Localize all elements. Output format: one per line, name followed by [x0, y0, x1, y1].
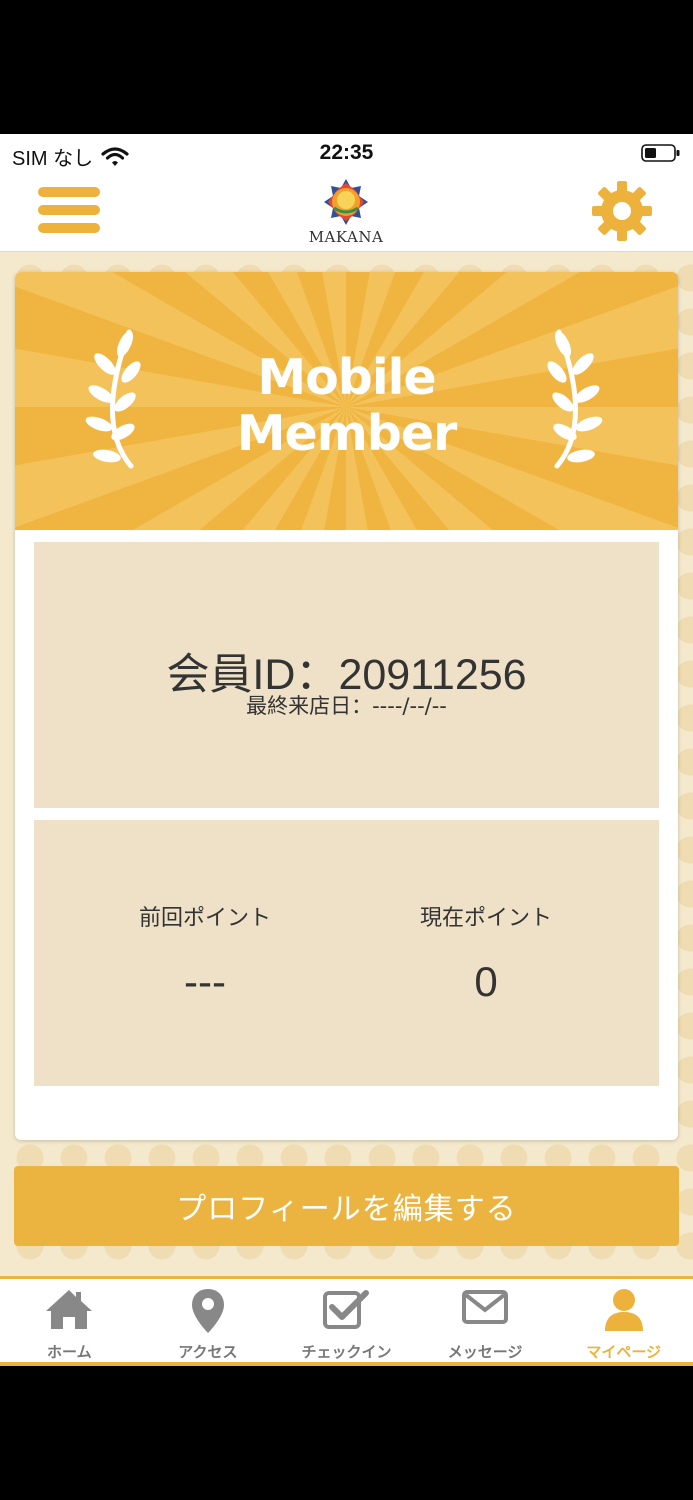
tab-checkin[interactable]: チェックイン: [277, 1279, 416, 1362]
clock: 22:35: [319, 141, 374, 164]
makana-logo: MAKANA: [296, 178, 396, 248]
previous-points-value: ---: [184, 958, 226, 1005]
previous-points: 前回ポイント ---: [49, 900, 361, 1006]
previous-points-label: 前回ポイント: [138, 906, 271, 931]
tab-home[interactable]: ホーム: [0, 1279, 139, 1362]
logo-emblem-icon: [324, 179, 368, 225]
member-id-panel: 会員ID：20911256 最終来店日：----/--/--: [34, 542, 659, 808]
tab-checkin-label: チェックイン: [301, 1343, 392, 1361]
tab-access-label: アクセス: [178, 1343, 238, 1361]
tab-mypage-label: マイページ: [586, 1343, 662, 1361]
points-panel: 前回ポイント --- 現在ポイント 0: [34, 820, 659, 1086]
mail-icon: [462, 1290, 509, 1324]
tab-mypage[interactable]: マイページ: [554, 1279, 693, 1362]
content-area: Mobile Member 会員ID：20911256 最終来店日：----/-…: [0, 252, 693, 1276]
battery-icon: [641, 144, 680, 162]
tab-access[interactable]: アクセス: [139, 1279, 278, 1362]
app-header: MAKANA: [0, 174, 693, 252]
map-pin-icon: [191, 1289, 224, 1333]
home-icon: [46, 1290, 93, 1329]
status-bar: SIM なし 22:35: [0, 134, 693, 174]
member-card: Mobile Member 会員ID：20911256 最終来店日：----/-…: [15, 272, 678, 1140]
gear-icon[interactable]: [590, 179, 654, 243]
phone-screen: SIM なし 22:35 MAKANA Mobile Member 会員ID：2…: [0, 134, 693, 1366]
tab-message-label: メッセージ: [447, 1343, 523, 1361]
edit-profile-button[interactable]: プロフィールを編集する: [14, 1166, 679, 1246]
current-points: 現在ポイント 0: [330, 900, 642, 1006]
last-visit-date: 最終来店日：----/--/--: [246, 694, 447, 718]
user-icon: [604, 1289, 643, 1331]
current-points-value: 0: [474, 958, 498, 1005]
current-points-label: 現在ポイント: [419, 906, 552, 931]
logo-text: MAKANA: [308, 228, 384, 246]
laurel-right-icon: [547, 329, 603, 469]
bottom-tab-bar: ホーム アクセス チェックイン メッセージ マイページ: [0, 1276, 693, 1366]
hamburger-menu-icon[interactable]: [38, 184, 102, 240]
member-banner: Mobile Member: [15, 272, 678, 530]
checkin-icon: [323, 1290, 370, 1329]
tab-message[interactable]: メッセージ: [416, 1279, 555, 1362]
tab-home-label: ホーム: [47, 1343, 92, 1361]
